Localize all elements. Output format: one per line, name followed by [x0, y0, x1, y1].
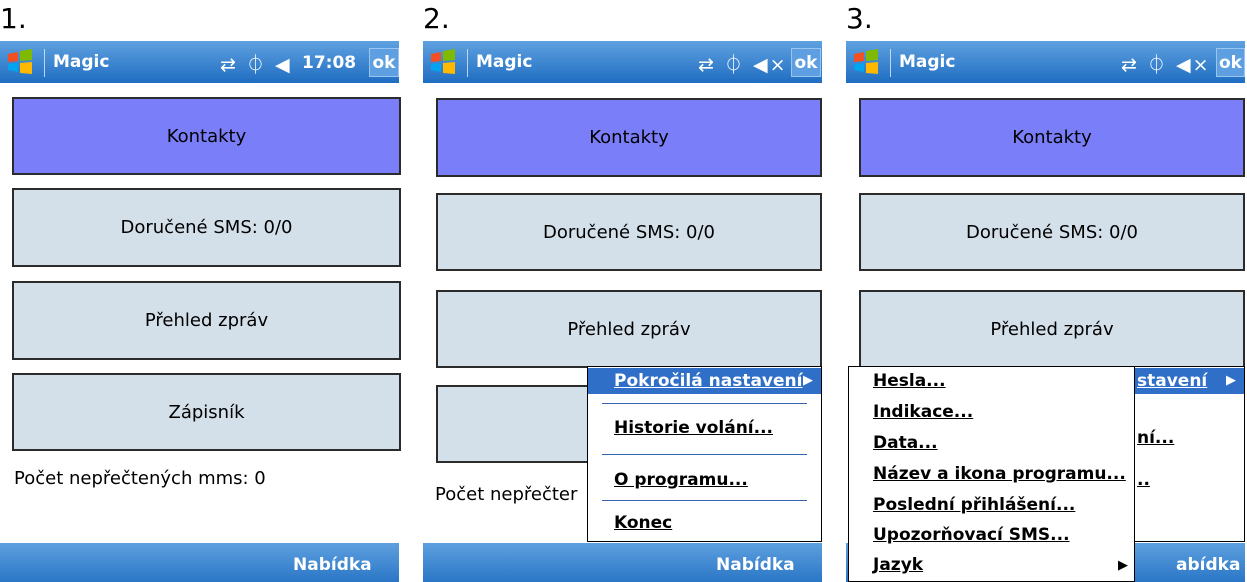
menu-item-advanced-settings[interactable]: Pokročilá nastavení ▶ — [588, 368, 821, 394]
unread-mms-count: Počet nepřečter — [435, 484, 578, 505]
messages-overview-button[interactable]: Přehled zpráv — [12, 281, 401, 360]
messages-overview-button[interactable]: Přehled zpráv — [859, 290, 1245, 368]
submenu-item-name-and-icon[interactable]: Název a ikona programu... — [873, 464, 1126, 484]
contacts-button[interactable]: Kontakty — [436, 98, 822, 177]
panel-number: 2. — [423, 2, 450, 35]
clock[interactable]: 17:08 — [302, 53, 356, 73]
menu-softkey[interactable]: Nabídka — [716, 555, 795, 575]
screenshot-panel-1: 1. Magic ⇄ ⏀ ◀ 17:08 ok Kontakty Doručen… — [0, 0, 401, 582]
submenu-item-passwords[interactable]: Hesla... — [873, 371, 946, 391]
contacts-button[interactable]: Kontakty — [859, 98, 1245, 177]
menu-divider — [602, 454, 807, 455]
windows-logo-icon[interactable] — [429, 48, 457, 76]
menu-softkey[interactable]: abídka — [1176, 555, 1240, 575]
panel-number: 3. — [846, 2, 873, 35]
title-separator — [467, 49, 468, 77]
sms-inbox-button[interactable]: Doručené SMS: 0/0 — [12, 188, 401, 267]
panel-number: 1. — [0, 2, 27, 35]
status-icons[interactable]: ⇄ ⏀ ◀× — [698, 50, 788, 77]
title-bar: Magic ⇄ ⏀ ◀ 17:08 ok — [0, 41, 399, 83]
menu-softkey[interactable]: Nabídka — [293, 555, 372, 575]
title-bar: Magic ⇄ ⏀ ◀× ok — [423, 41, 822, 83]
title-separator — [890, 49, 891, 77]
app-title: Magic — [53, 52, 110, 72]
submenu-item-indication[interactable]: Indikace... — [873, 402, 973, 422]
submenu-item-language[interactable]: Jazyk — [873, 555, 923, 575]
ok-button[interactable]: ok — [1216, 48, 1245, 77]
submenu-arrow-icon: ▶ — [803, 373, 813, 388]
menu-divider — [602, 500, 807, 501]
submenu-item-notification-sms[interactable]: Upozorňovací SMS... — [873, 525, 1070, 545]
submenu-arrow-icon: ▶ — [1118, 558, 1128, 573]
sms-inbox-button[interactable]: Doručené SMS: 0/0 — [859, 193, 1245, 271]
soft-key-bar: Nabídka — [423, 543, 822, 582]
contacts-button[interactable]: Kontakty — [12, 97, 401, 175]
popup-menu: Pokročilá nastavení ▶ Historie volání...… — [587, 366, 822, 542]
title-bar: Magic ⇄ ⏀ ◀× ok — [846, 41, 1245, 83]
windows-logo-icon[interactable] — [852, 48, 880, 76]
messages-overview-button[interactable]: Přehled zpráv — [436, 290, 822, 368]
ok-button[interactable]: ok — [791, 48, 821, 77]
screenshot-panel-3: 3. Magic ⇄ ⏀ ◀× ok Kontakty Doručené SMS… — [846, 0, 1245, 582]
menu-divider — [602, 403, 807, 404]
submenu-arrow-icon: ▶ — [1226, 373, 1236, 388]
submenu-item-data[interactable]: Data... — [873, 433, 938, 453]
screenshot-panel-2: 2. Magic ⇄ ⏀ ◀× ok Kontakty Doručené SMS… — [423, 0, 822, 582]
app-title: Magic — [476, 52, 533, 72]
menu-item-about[interactable]: O programu... — [588, 467, 821, 493]
sms-inbox-button[interactable]: Doručené SMS: 0/0 — [436, 193, 822, 271]
app-title: Magic — [899, 52, 956, 72]
status-icons[interactable]: ⇄ ⏀ ◀× — [1121, 50, 1211, 77]
menu-item-label: Pokročilá nastavení — [614, 371, 803, 391]
menu-item-quit[interactable]: Konec — [588, 510, 821, 536]
windows-logo-icon[interactable] — [6, 48, 34, 76]
soft-key-bar: Nabídka — [0, 543, 399, 582]
ok-button[interactable]: ok — [369, 48, 399, 77]
submenu-item-last-login[interactable]: Poslední přihlášení... — [873, 495, 1075, 515]
notepad-button[interactable]: Zápisník — [12, 373, 401, 451]
title-separator — [44, 49, 45, 77]
unread-mms-count: Počet nepřečtených mms: 0 — [14, 468, 266, 489]
menu-item-call-history[interactable]: Historie volání... — [588, 415, 821, 441]
status-icons[interactable]: ⇄ ⏀ ◀ — [220, 50, 292, 77]
advanced-settings-submenu: Hesla... Indikace... Data... Název a iko… — [848, 366, 1135, 582]
menu-item-label: stavení — [1137, 371, 1208, 391]
